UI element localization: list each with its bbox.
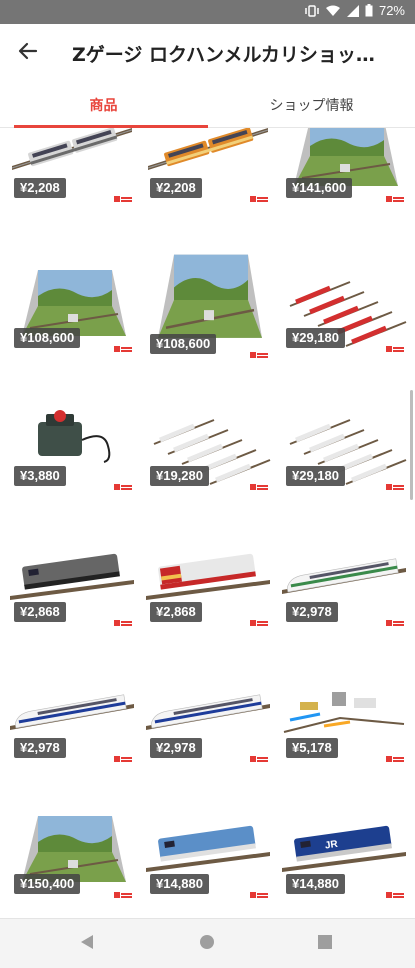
arrow-left-icon (18, 41, 38, 65)
page-title: Zゲージ ロクハンメルカリショッ… (72, 44, 375, 66)
app-bar: Zゲージ ロクハンメルカリショッ… (0, 24, 415, 82)
brand-logo-icon (386, 749, 404, 762)
price-tag: ¥29,180 (286, 328, 345, 348)
brand-logo-icon (386, 189, 404, 202)
brand-logo-icon (250, 189, 268, 202)
price-tag: ¥150,400 (14, 874, 81, 894)
status-icons: 72% (305, 3, 405, 18)
brand-logo-icon (114, 189, 132, 202)
product-card[interactable]: ¥14,880 (144, 798, 272, 898)
product-card[interactable]: ¥29,180 (280, 390, 408, 490)
product-card[interactable]: ¥19,280 (144, 390, 272, 490)
price-tag: ¥2,978 (150, 738, 202, 758)
battery-percent: 72% (378, 3, 405, 18)
price-tag: ¥19,280 (150, 466, 209, 486)
tab-shop-info[interactable]: ショップ情報 (208, 82, 415, 128)
product-card[interactable]: JR ¥14,880 (280, 798, 408, 898)
tab-bar: 商品 ショップ情報 (0, 82, 415, 128)
nav-home-button[interactable] (196, 933, 218, 955)
nav-back-button[interactable] (76, 933, 98, 955)
back-button[interactable] (12, 37, 44, 69)
product-card[interactable]: ¥2,978 (144, 662, 272, 762)
price-tag: ¥5,178 (286, 738, 338, 758)
brand-logo-icon (250, 345, 268, 358)
recents-square-icon (317, 934, 333, 954)
price-tag: ¥108,600 (14, 328, 81, 348)
price-tag: ¥108,600 (150, 334, 217, 354)
product-card[interactable]: ¥2,868 (8, 526, 136, 626)
wifi-icon (325, 5, 341, 17)
back-triangle-icon (79, 934, 95, 954)
product-card[interactable]: ¥3,880 (8, 390, 136, 490)
price-tag: ¥2,208 (150, 178, 202, 198)
price-tag: ¥29,180 (286, 466, 345, 486)
product-card[interactable]: ¥29,180 (280, 252, 408, 352)
price-tag: ¥2,978 (286, 602, 338, 622)
signal-icon (346, 4, 359, 17)
battery-icon (365, 4, 373, 17)
product-card[interactable]: ¥2,978 (8, 662, 136, 762)
brand-logo-icon (250, 613, 268, 626)
brand-logo-icon (250, 749, 268, 762)
price-tag: ¥141,600 (286, 178, 353, 198)
brand-logo-icon (250, 477, 268, 490)
nav-recents-button[interactable] (314, 933, 336, 955)
vibrate-icon (305, 4, 319, 17)
price-tag: ¥2,978 (14, 738, 66, 758)
product-card[interactable]: ¥2,978 (280, 526, 408, 626)
product-card[interactable]: ¥150,400 (8, 798, 136, 898)
brand-logo-icon (250, 885, 268, 898)
brand-logo-icon (114, 749, 132, 762)
brand-logo-icon (386, 477, 404, 490)
price-tag: ¥14,880 (150, 874, 209, 894)
status-bar: 72% (0, 0, 415, 24)
price-tag: ¥2,868 (14, 602, 66, 622)
price-tag: ¥14,880 (286, 874, 345, 894)
product-card[interactable]: ¥5,178 (280, 662, 408, 762)
brand-logo-icon (386, 885, 404, 898)
tab-products[interactable]: 商品 (0, 82, 207, 128)
price-tag: ¥2,868 (150, 602, 202, 622)
home-circle-icon (199, 934, 215, 954)
product-card[interactable]: ¥2,208 (8, 128, 136, 202)
brand-logo-icon (114, 339, 132, 352)
product-card[interactable]: ¥2,208 (144, 128, 272, 202)
price-tag: ¥3,880 (14, 466, 66, 486)
brand-logo-icon (114, 477, 132, 490)
brand-logo-icon (114, 613, 132, 626)
system-nav-bar (0, 918, 415, 968)
product-card[interactable]: ¥108,600 (8, 252, 136, 352)
price-tag: ¥2,208 (14, 178, 66, 198)
product-grid: ¥2,208 ¥2,208 ¥141,600 ¥108,600 ¥108,600 (0, 128, 415, 918)
brand-logo-icon (114, 885, 132, 898)
scrollbar[interactable] (410, 390, 413, 500)
product-card[interactable]: ¥141,600 (280, 128, 408, 202)
brand-logo-icon (386, 613, 404, 626)
brand-logo-icon (386, 339, 404, 352)
product-card[interactable]: ¥108,600 (144, 232, 272, 358)
product-card[interactable]: ¥2,868 (144, 526, 272, 626)
svg-text:JR: JR (324, 839, 339, 852)
